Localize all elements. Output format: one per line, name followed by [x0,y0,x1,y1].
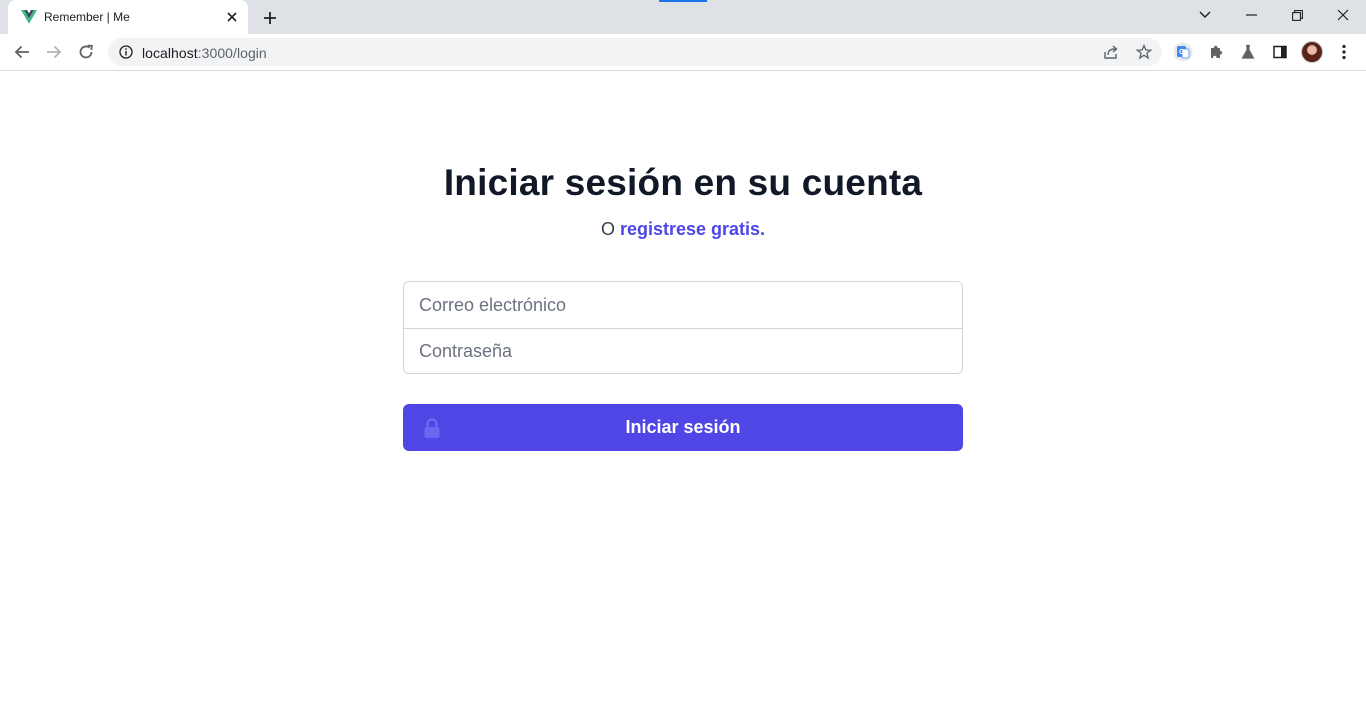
vue-logo-icon [21,10,37,24]
tab-search-icon[interactable] [1193,5,1217,25]
restore-icon[interactable] [1285,5,1309,25]
back-icon[interactable] [11,41,33,63]
tab-strip: Remember | Me [0,0,1366,34]
site-info-icon[interactable] [119,45,133,59]
login-form [403,281,963,374]
url-text: localhost:3000/login [142,45,267,61]
side-panel-icon[interactable] [1270,42,1290,62]
tab-title: Remember | Me [44,10,130,24]
minimize-icon[interactable] [1239,5,1263,25]
lock-icon [424,418,440,438]
login-page: Iniciar sesión en su cuenta O registrese… [0,71,1366,728]
reload-icon[interactable] [75,41,97,63]
bookmark-star-icon[interactable] [1136,44,1152,60]
browser-toolbar: localhost:3000/login G [0,34,1366,71]
email-field[interactable] [404,282,962,328]
extensions-puzzle-icon[interactable] [1206,42,1226,62]
register-prompt: O registrese gratis. [0,219,1366,240]
register-link[interactable]: registrese gratis. [620,219,765,239]
address-bar[interactable]: localhost:3000/login [108,38,1162,66]
url-host: localhost [142,45,198,61]
browser-menu-icon[interactable] [1334,42,1354,62]
tab-close-icon[interactable] [224,9,240,25]
page-title: Iniciar sesión en su cuenta [443,162,923,203]
url-path: :3000/login [197,45,267,61]
labs-flask-icon[interactable] [1238,42,1258,62]
tab-strip-indicator [659,0,707,2]
new-tab-button[interactable] [260,8,280,28]
svg-text:G: G [1179,49,1185,56]
browser-tab[interactable]: Remember | Me [8,0,248,34]
close-window-icon[interactable] [1331,5,1355,25]
register-prefix: O [600,219,615,239]
password-field[interactable] [404,328,962,373]
share-icon[interactable] [1103,44,1119,60]
translate-extension-icon[interactable]: G [1173,42,1193,62]
profile-avatar[interactable] [1301,41,1323,63]
login-button[interactable]: Iniciar sesión [403,404,963,451]
forward-icon[interactable] [43,41,65,63]
login-button-label: Iniciar sesión [625,417,741,437]
